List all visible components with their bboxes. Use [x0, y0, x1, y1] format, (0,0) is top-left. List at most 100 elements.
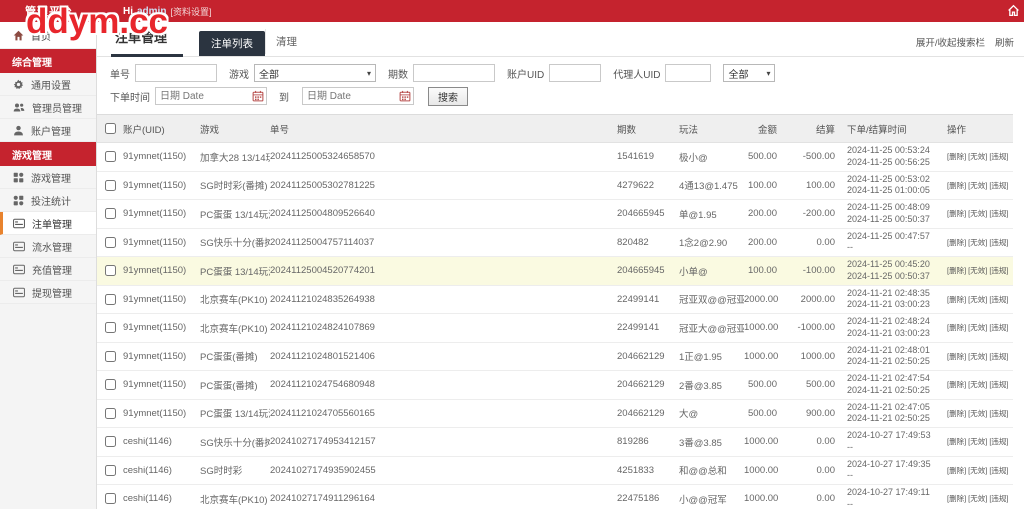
play-cell: 和@@总和: [679, 456, 744, 485]
row-checkbox[interactable]: [105, 408, 116, 419]
sidebar-item-deposit-management[interactable]: 充值管理: [0, 258, 96, 281]
user-icon: [13, 125, 24, 136]
calendar-icon[interactable]: [252, 90, 264, 105]
row-checkbox[interactable]: [105, 208, 116, 219]
violation-link[interactable]: [违规]: [989, 494, 1008, 503]
delete-link[interactable]: [删除]: [947, 209, 966, 218]
row-checkbox[interactable]: [105, 237, 116, 248]
invalid-link[interactable]: [无效]: [968, 209, 987, 218]
end-date-input[interactable]: [302, 87, 414, 105]
violation-link[interactable]: [违规]: [989, 466, 1008, 475]
row-checkbox[interactable]: [105, 351, 116, 362]
delete-link[interactable]: [删除]: [947, 152, 966, 161]
delete-link[interactable]: [删除]: [947, 409, 966, 418]
home-icon[interactable]: [1007, 4, 1020, 17]
invalid-link[interactable]: [无效]: [968, 323, 987, 332]
violation-link[interactable]: [违规]: [989, 238, 1008, 247]
row-checkbox[interactable]: [105, 322, 116, 333]
sidebar-item-general-settings[interactable]: 通用设置: [0, 73, 96, 96]
stats-icon: [13, 195, 24, 206]
violation-link[interactable]: [违规]: [989, 266, 1008, 275]
invalid-link[interactable]: [无效]: [968, 466, 987, 475]
status-select-value: 全部: [728, 66, 748, 81]
violation-link[interactable]: [违规]: [989, 380, 1008, 389]
row-checkbox[interactable]: [105, 151, 116, 162]
invalid-link[interactable]: [无效]: [968, 238, 987, 247]
row-checkbox[interactable]: [105, 294, 116, 305]
sidebar-item-game-management[interactable]: 游戏管理: [0, 166, 96, 189]
invalid-link[interactable]: [无效]: [968, 295, 987, 304]
invalid-link[interactable]: [无效]: [968, 409, 987, 418]
delete-link[interactable]: [删除]: [947, 238, 966, 247]
period-input[interactable]: [413, 64, 495, 82]
sidebar-item-order-management[interactable]: 注单管理: [0, 212, 96, 235]
actions-cell: [删除][无效][违规]: [947, 399, 1013, 428]
order-no-input[interactable]: [135, 64, 217, 82]
delete-link[interactable]: [删除]: [947, 295, 966, 304]
account-cell: 91ymnet(1150): [123, 200, 200, 229]
violation-link[interactable]: [违规]: [989, 352, 1008, 361]
invalid-link[interactable]: [无效]: [968, 352, 987, 361]
violation-link[interactable]: [违规]: [989, 295, 1008, 304]
sidebar-item-home[interactable]: 首页: [0, 22, 96, 49]
time-cell: 2024-11-25 00:53:242024-11-25 00:56:25: [847, 143, 947, 172]
delete-link[interactable]: [删除]: [947, 352, 966, 361]
invalid-link[interactable]: [无效]: [968, 494, 987, 503]
time-cell: 2024-11-25 00:45:202024-11-25 00:50:37: [847, 257, 947, 286]
row-checkbox[interactable]: [105, 436, 116, 447]
violation-link[interactable]: [违规]: [989, 181, 1008, 190]
invalid-link[interactable]: [无效]: [968, 437, 987, 446]
select-all-checkbox[interactable]: [105, 123, 116, 134]
settle-cell: 0.00: [789, 456, 847, 485]
row-checkbox[interactable]: [105, 379, 116, 390]
time-cell: 2024-11-21 02:48:012024-11-21 02:50:25: [847, 342, 947, 371]
row-checkbox[interactable]: [105, 180, 116, 191]
delete-link[interactable]: [删除]: [947, 323, 966, 332]
sidebar-item-label: 充值管理: [32, 262, 72, 277]
sidebar-item-withdrawal-management[interactable]: 提现管理: [0, 281, 96, 304]
sidebar-item-transaction-management[interactable]: 流水管理: [0, 235, 96, 258]
settle-cell: -200.00: [789, 200, 847, 229]
delete-link[interactable]: [删除]: [947, 266, 966, 275]
invalid-link[interactable]: [无效]: [968, 181, 987, 190]
start-date-input[interactable]: [155, 87, 267, 105]
violation-link[interactable]: [违规]: [989, 323, 1008, 332]
violation-link[interactable]: [违规]: [989, 409, 1008, 418]
time-cell: 2024-10-27 17:49:11--: [847, 485, 947, 509]
row-checkbox[interactable]: [105, 265, 116, 276]
sidebar-item-account-management[interactable]: 账户管理: [0, 119, 96, 142]
violation-link[interactable]: [违规]: [989, 209, 1008, 218]
invalid-link[interactable]: [无效]: [968, 266, 987, 275]
game-select[interactable]: 全部 ▾: [254, 64, 376, 82]
tab-order-list[interactable]: 注单列表: [199, 31, 265, 56]
settle-cell: -100.00: [789, 257, 847, 286]
chevron-down-icon: ▾: [766, 69, 770, 78]
refresh-link[interactable]: 刷新: [995, 35, 1014, 49]
invalid-link[interactable]: [无效]: [968, 380, 987, 389]
delete-link[interactable]: [删除]: [947, 181, 966, 190]
agent-uid-input[interactable]: [665, 64, 711, 82]
violation-link[interactable]: [违规]: [989, 437, 1008, 446]
sidebar-item-bet-statistics[interactable]: 投注统计: [0, 189, 96, 212]
search-button[interactable]: 搜索: [428, 87, 468, 106]
amount-cell: 1000.00: [744, 342, 789, 371]
period-label: 期数: [388, 66, 408, 81]
toggle-search-bar-link[interactable]: 展开/收起搜索栏: [916, 35, 985, 49]
profile-settings-link[interactable]: [资料设置]: [170, 5, 211, 18]
account-uid-input[interactable]: [549, 64, 601, 82]
invalid-link[interactable]: [无效]: [968, 152, 987, 161]
violation-link[interactable]: [违规]: [989, 152, 1008, 161]
delete-link[interactable]: [删除]: [947, 494, 966, 503]
time-cell: 2024-11-21 02:48:352024-11-21 03:00:23: [847, 285, 947, 314]
row-checkbox[interactable]: [105, 493, 116, 504]
row-checkbox[interactable]: [105, 465, 116, 476]
order-no-cell: 20241121024835264938: [270, 285, 617, 314]
delete-link[interactable]: [删除]: [947, 466, 966, 475]
delete-link[interactable]: [删除]: [947, 380, 966, 389]
amount-cell: 200.00: [744, 200, 789, 229]
calendar-icon[interactable]: [399, 90, 411, 105]
sidebar-item-admin-management[interactable]: 管理员管理: [0, 96, 96, 119]
tab-cleanup[interactable]: 清理: [265, 29, 307, 54]
delete-link[interactable]: [删除]: [947, 437, 966, 446]
status-select[interactable]: 全部 ▾: [723, 64, 775, 82]
